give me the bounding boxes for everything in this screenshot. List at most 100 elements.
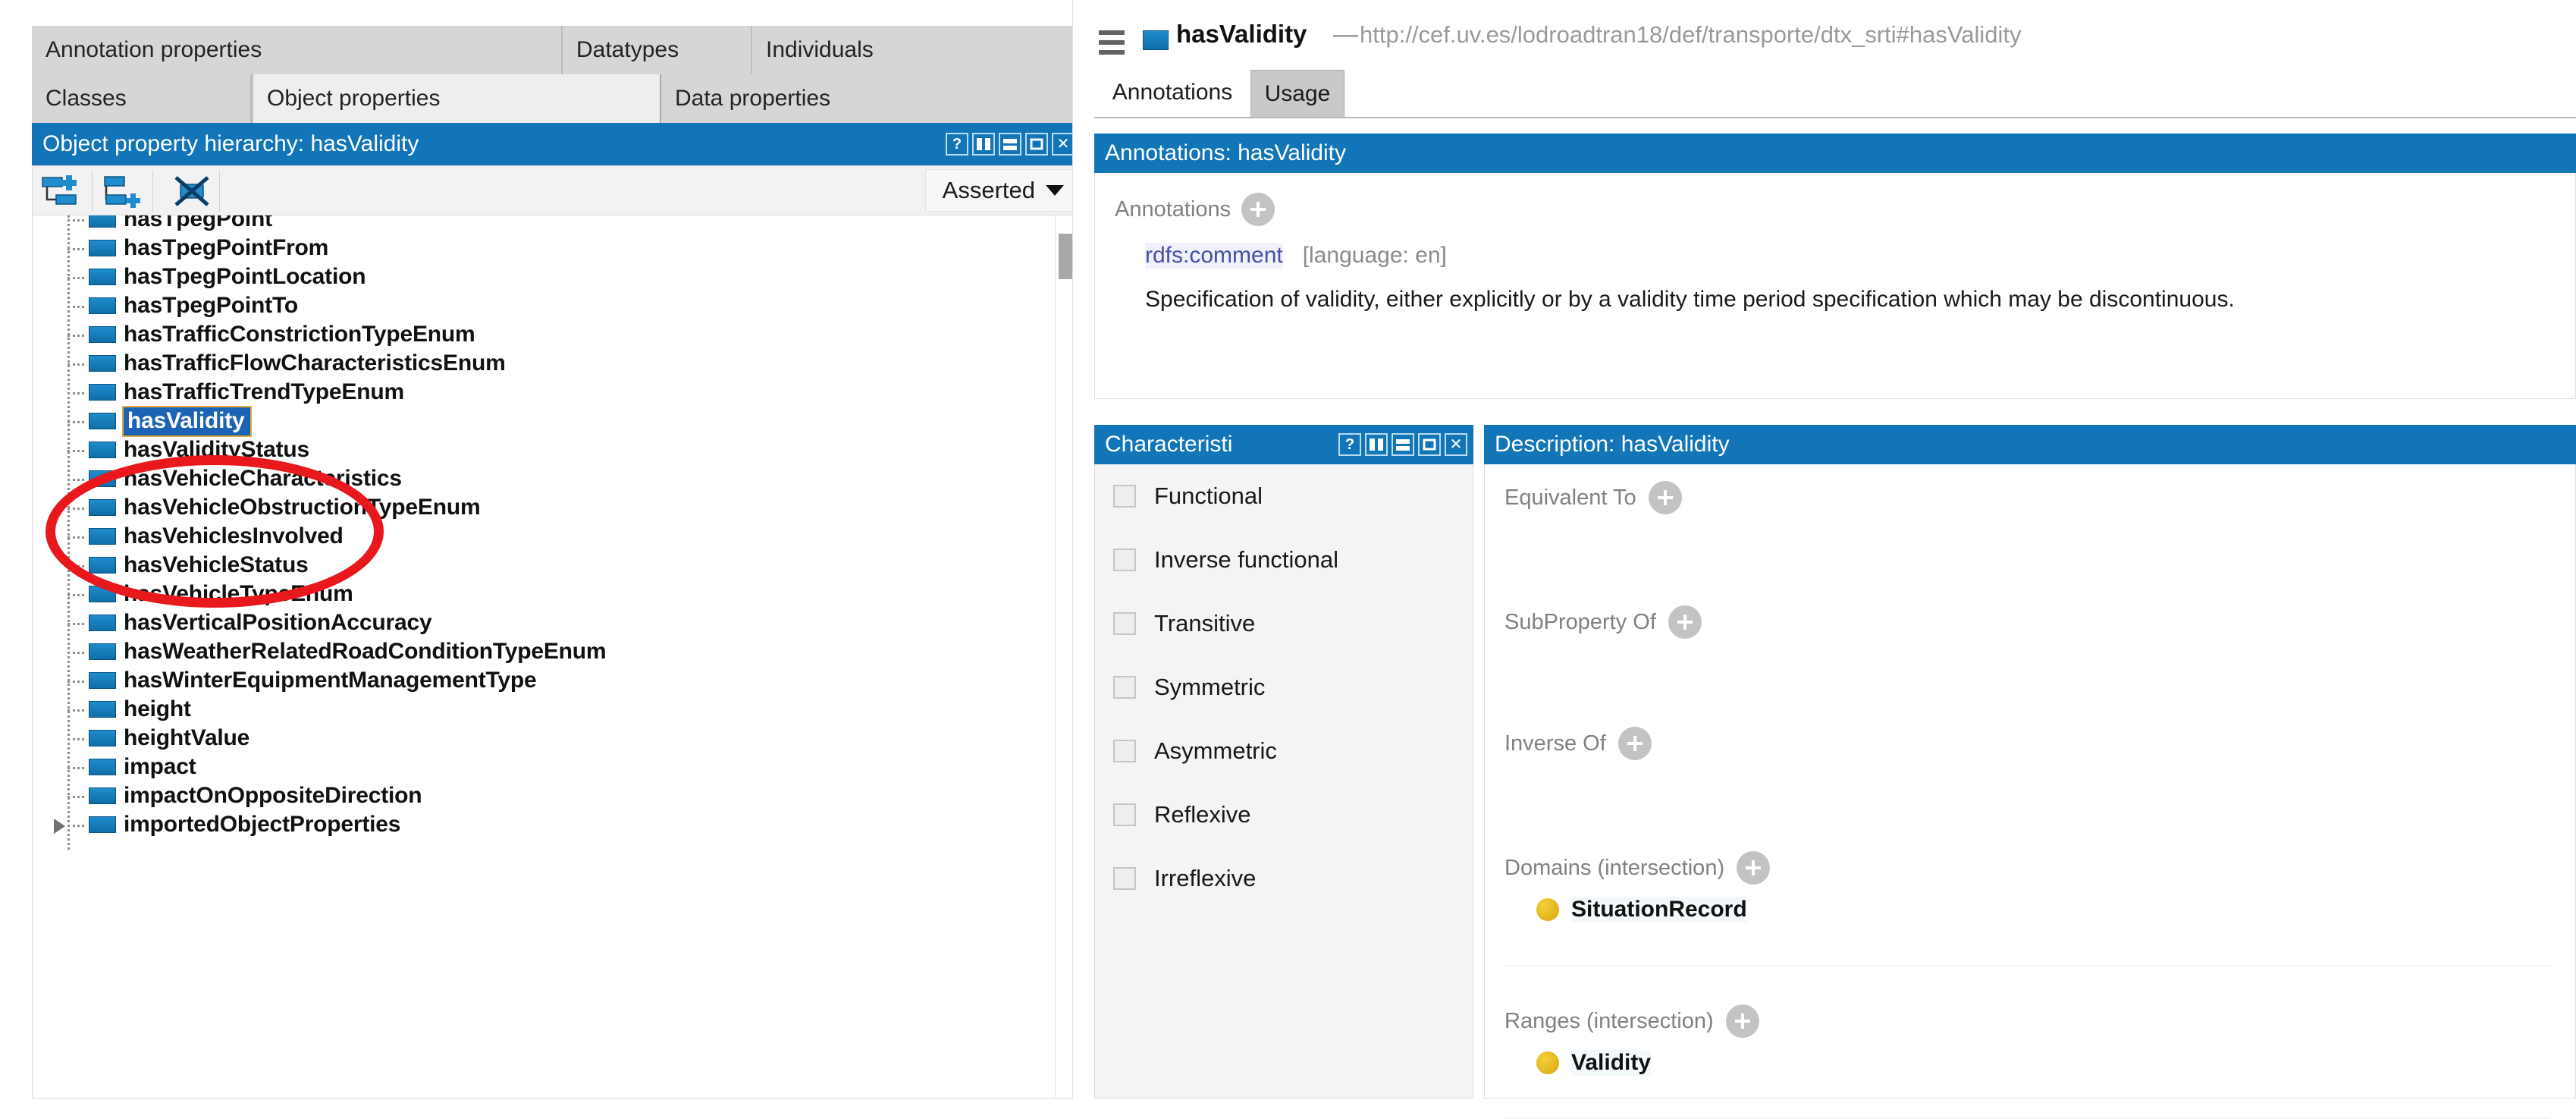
checkbox-transitive[interactable]	[1113, 612, 1136, 635]
add-subproperty-icon[interactable]	[37, 172, 86, 210]
description-entry[interactable]: Validity	[1536, 1050, 1759, 1076]
close-icon[interactable]: ✕	[1052, 133, 1075, 156]
tree-item-hasValidityStatus[interactable]: hasValidityStatus	[33, 435, 1041, 464]
characteristic-row-reflexive[interactable]: Reflexive	[1095, 783, 1473, 847]
view-mode-label: Asserted	[943, 177, 1035, 204]
tree-item-hasTrafficFlowCharacteristicsEnum[interactable]: hasTrafficFlowCharacteristicsEnum	[33, 349, 1041, 378]
object-property-icon	[89, 326, 116, 343]
add-subproperty-of-icon[interactable]	[1668, 605, 1702, 639]
tree-connector	[67, 508, 84, 510]
tree-item-hasValidity[interactable]: hasValidity	[33, 407, 1041, 435]
description-panel-body: Equivalent ToSubProperty OfInverse OfDom…	[1484, 464, 2576, 1099]
entity-separator: —	[1333, 20, 1358, 49]
tree-item-heightValue[interactable]: heightValue	[33, 724, 1041, 753]
checkbox-symmetric[interactable]	[1113, 676, 1136, 699]
description-section-inverse-of: Inverse Of	[1504, 727, 1652, 760]
panel-title: Description: hasValidity	[1495, 432, 1730, 457]
tree-item-impact[interactable]: impact	[33, 753, 1041, 781]
expand-triangle-icon[interactable]	[54, 819, 65, 834]
split-vertical-icon[interactable]	[972, 133, 995, 156]
split-horizontal-icon[interactable]	[1392, 433, 1414, 456]
characteristic-row-symmetric[interactable]: Symmetric	[1095, 655, 1473, 719]
view-mode-selector[interactable]: Asserted	[925, 169, 1077, 212]
add-domains-intersection-icon[interactable]	[1737, 851, 1770, 885]
tree-item-importedObjectProperties[interactable]: importedObjectProperties	[33, 810, 1041, 839]
delete-property-icon[interactable]	[168, 172, 216, 210]
tab-usage[interactable]: Usage	[1250, 70, 1344, 117]
tree-item-label: hasTrafficTrendTypeEnum	[124, 379, 404, 404]
add-equivalent-to-icon[interactable]	[1649, 481, 1682, 514]
help-icon[interactable]: ?	[946, 133, 968, 156]
tabstrip-row-1: Annotation properties Datatypes Individu…	[32, 26, 1082, 76]
tab-label: Usage	[1265, 81, 1331, 107]
object-property-icon	[89, 355, 116, 372]
annotation-value[interactable]: Specification of validity, either explic…	[1145, 287, 2235, 313]
tree-item-hasTpegPoint[interactable]: hasTpegPoint	[33, 215, 1041, 234]
characteristic-row-asymmetric[interactable]: Asymmetric	[1095, 719, 1473, 783]
checkbox-inverse-functional[interactable]	[1113, 548, 1136, 571]
tab-individuals[interactable]: Individuals	[752, 26, 1082, 74]
characteristic-label: Irreflexive	[1154, 865, 1256, 892]
tree-item-hasTpegPointTo[interactable]: hasTpegPointTo	[33, 291, 1041, 320]
tree-connector	[67, 767, 84, 769]
hierarchy-toolbar: Asserted	[32, 165, 1082, 215]
tree-item-hasWeatherRelatedRoadConditionTypeEnum[interactable]: hasWeatherRelatedRoadConditionTypeEnum	[33, 637, 1041, 666]
add-sibling-property-icon[interactable]	[98, 172, 146, 210]
menu-icon[interactable]	[1099, 30, 1125, 55]
maximize-icon[interactable]	[1418, 433, 1441, 456]
tree-connector	[67, 594, 84, 596]
tree-item-hasVerticalPositionAccuracy[interactable]: hasVerticalPositionAccuracy	[33, 608, 1041, 637]
entity-subtabs: Annotations Usage	[1094, 70, 2576, 118]
object-property-icon	[89, 470, 116, 487]
tab-object-properties[interactable]: Object properties	[252, 74, 661, 123]
tab-label: Annotations	[1112, 80, 1232, 105]
object-property-icon	[89, 240, 116, 256]
tab-annotation-properties[interactable]: Annotation properties	[32, 26, 563, 74]
tree-connector	[67, 335, 84, 337]
tree-item-hasTpegPointFrom[interactable]: hasTpegPointFrom	[33, 234, 1041, 262]
split-horizontal-icon[interactable]	[999, 133, 1021, 156]
add-annotation-icon[interactable]	[1241, 193, 1275, 226]
tab-datatypes[interactable]: Datatypes	[563, 26, 752, 74]
tab-label: Annotation properties	[45, 37, 262, 63]
characteristic-row-inverse-functional[interactable]: Inverse functional	[1095, 528, 1473, 592]
annotations-section-label: Annotations	[1115, 197, 1231, 222]
characteristic-row-irreflexive[interactable]: Irreflexive	[1095, 847, 1473, 910]
tree-item-label: hasVehicleObstructionTypeEnum	[124, 495, 480, 520]
checkbox-functional[interactable]	[1113, 485, 1136, 508]
add-inverse-of-icon[interactable]	[1618, 727, 1652, 760]
add-ranges-intersection-icon[interactable]	[1726, 1004, 1759, 1038]
checkbox-reflexive[interactable]	[1113, 803, 1136, 826]
tree-item-hasTrafficConstrictionTypeEnum[interactable]: hasTrafficConstrictionTypeEnum	[33, 320, 1041, 349]
tab-data-properties[interactable]: Data properties	[661, 74, 1082, 123]
annotation-entry-header[interactable]: rdfs:comment [language: en]	[1145, 243, 1447, 269]
tree-item-hasWinterEquipmentManagementType[interactable]: hasWinterEquipmentManagementType	[33, 666, 1041, 695]
characteristic-row-functional[interactable]: Functional	[1095, 464, 1473, 528]
checkbox-irreflexive[interactable]	[1113, 867, 1136, 890]
split-vertical-icon[interactable]	[1365, 433, 1388, 456]
close-icon[interactable]: ✕	[1445, 433, 1467, 456]
tree-item-impactOnOppositeDirection[interactable]: impactOnOppositeDirection	[33, 781, 1041, 810]
description-entry[interactable]: SituationRecord	[1536, 897, 1770, 923]
object-property-icon	[89, 215, 116, 228]
tree-item-height[interactable]: height	[33, 695, 1041, 724]
object-property-icon	[89, 730, 116, 747]
object-property-icon	[89, 413, 116, 429]
tree-item-hasVehicleTypeEnum[interactable]: hasVehicleTypeEnum	[33, 580, 1041, 608]
characteristic-row-transitive[interactable]: Transitive	[1095, 592, 1473, 655]
object-property-tree[interactable]: hasTpegPointhasTpegPointFromhasTpegPoint…	[32, 215, 1082, 1099]
tree-item-hasVehiclesInvolved[interactable]: hasVehiclesInvolved	[33, 522, 1041, 551]
tree-item-hasTrafficTrendTypeEnum[interactable]: hasTrafficTrendTypeEnum	[33, 378, 1041, 407]
tree-item-hasVehicleObstructionTypeEnum[interactable]: hasVehicleObstructionTypeEnum	[33, 493, 1041, 522]
annotations-section-row: Annotations	[1115, 193, 1275, 226]
tree-item-hasTpegPointLocation[interactable]: hasTpegPointLocation	[33, 262, 1041, 291]
help-icon[interactable]: ?	[1338, 433, 1361, 456]
checkbox-asymmetric[interactable]	[1113, 740, 1136, 762]
tree-item-hasVehicleCharacteristics[interactable]: hasVehicleCharacteristics	[33, 464, 1041, 493]
section-header: Ranges (intersection)	[1504, 1004, 1759, 1038]
tree-item-hasVehicleStatus[interactable]: hasVehicleStatus	[33, 551, 1041, 580]
tree-connector	[67, 277, 84, 279]
tab-annotations[interactable]: Annotations	[1094, 70, 1250, 117]
tab-classes[interactable]: Classes	[32, 74, 252, 123]
maximize-icon[interactable]	[1025, 133, 1048, 156]
